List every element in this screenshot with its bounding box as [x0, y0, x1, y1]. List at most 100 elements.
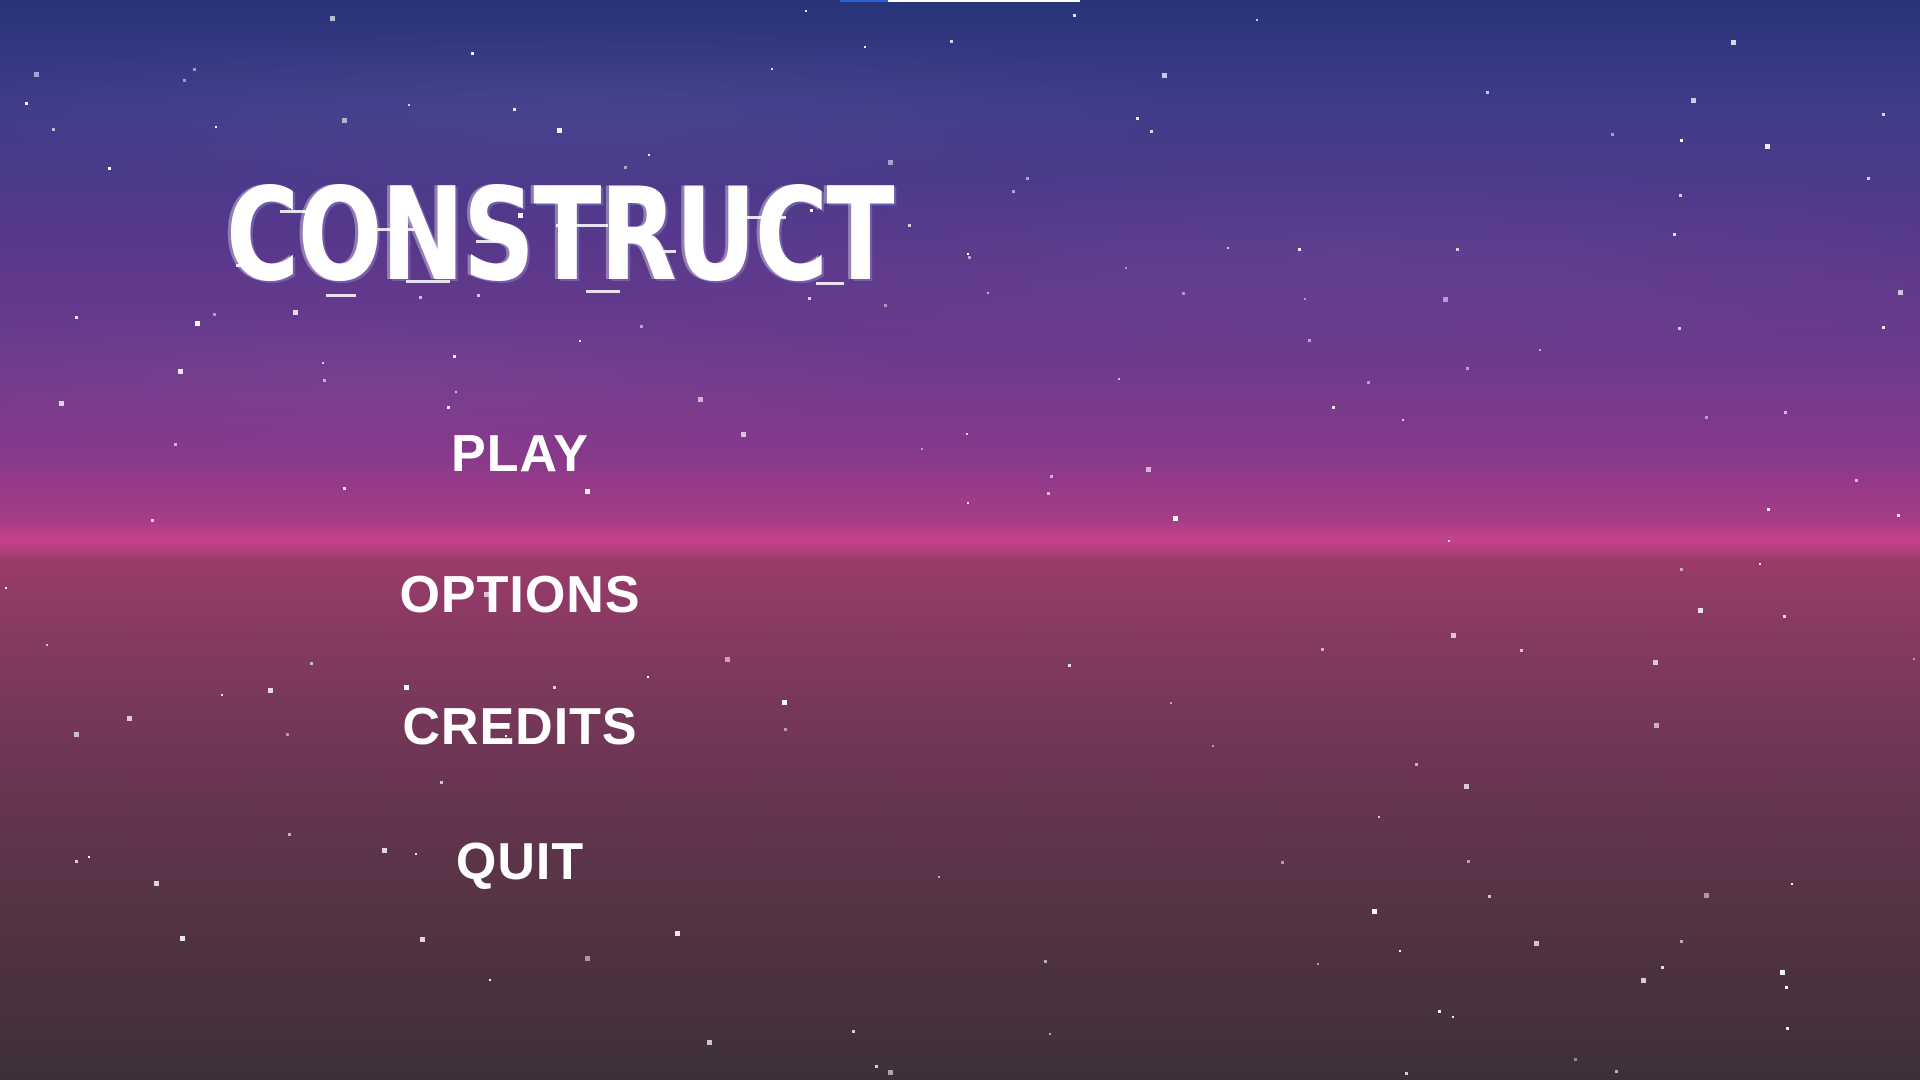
star: [579, 340, 581, 342]
star: [1786, 1027, 1789, 1030]
star: [52, 128, 55, 131]
star: [950, 40, 953, 43]
star: [1574, 1058, 1577, 1061]
star: [1520, 649, 1523, 652]
star: [323, 379, 326, 382]
star: [1673, 233, 1676, 236]
star: [1026, 177, 1029, 180]
star: [1680, 139, 1683, 142]
play-button[interactable]: PLAY: [320, 424, 720, 484]
star: [127, 716, 132, 721]
star: [647, 676, 649, 678]
star: [195, 321, 200, 326]
star: [1047, 492, 1050, 495]
star: [1882, 326, 1885, 329]
star: [1705, 416, 1708, 419]
star: [1855, 479, 1858, 482]
star: [782, 700, 787, 705]
star: [213, 313, 216, 316]
star: [75, 860, 78, 863]
star: [1402, 419, 1404, 421]
star: [1162, 73, 1167, 78]
star: [288, 833, 291, 836]
star: [268, 688, 273, 693]
star: [1680, 568, 1683, 571]
star: [1654, 723, 1659, 728]
star: [1539, 349, 1541, 351]
star: [513, 108, 516, 111]
star: [75, 316, 78, 319]
star: [967, 253, 969, 255]
star: [1759, 563, 1761, 565]
star: [771, 68, 773, 70]
star: [154, 881, 159, 886]
star: [74, 732, 79, 737]
star: [1173, 516, 1178, 521]
star: [108, 167, 111, 170]
star: [174, 443, 177, 446]
star: [1399, 950, 1401, 952]
star: [178, 369, 183, 374]
star: [1317, 963, 1319, 965]
star: [707, 1040, 712, 1045]
star: [1050, 475, 1053, 478]
star: [455, 391, 457, 393]
star: [1281, 861, 1284, 864]
star: [888, 1070, 893, 1075]
star: [805, 10, 807, 12]
star: [585, 489, 590, 494]
star: [1212, 745, 1214, 747]
star: [1661, 966, 1664, 969]
star: [1415, 763, 1418, 766]
star: [1118, 378, 1120, 380]
options-button[interactable]: OPTIONS: [320, 565, 720, 625]
star: [966, 433, 968, 435]
star: [330, 16, 335, 21]
game-title-logo: CONSTRUCT: [226, 161, 895, 310]
star: [1783, 615, 1786, 618]
star: [1170, 702, 1172, 704]
star: [1467, 860, 1470, 863]
star: [967, 502, 969, 504]
star: [1182, 292, 1185, 295]
star: [875, 1065, 878, 1068]
star: [1698, 608, 1703, 613]
quit-button[interactable]: QUIT: [320, 832, 720, 892]
star: [1308, 339, 1311, 342]
star: [675, 931, 680, 936]
star: [489, 979, 491, 981]
star: [864, 46, 866, 48]
star: [1691, 98, 1696, 103]
star: [1466, 367, 1469, 370]
star: [286, 733, 289, 736]
star: [343, 487, 346, 490]
star: [1044, 960, 1047, 963]
star: [1367, 381, 1370, 384]
star: [585, 956, 590, 961]
star: [322, 362, 324, 364]
star: [1378, 816, 1380, 818]
star: [1653, 660, 1658, 665]
star: [921, 448, 923, 450]
star: [1012, 190, 1015, 193]
star: [1765, 144, 1770, 149]
star: [784, 728, 787, 731]
star: [88, 856, 90, 858]
star: [1150, 130, 1153, 133]
star: [557, 128, 562, 133]
star: [1448, 540, 1450, 542]
star: [648, 154, 650, 156]
star: [180, 936, 185, 941]
star: [420, 937, 425, 942]
star: [440, 781, 443, 784]
star: [183, 79, 186, 82]
star: [1641, 978, 1646, 983]
star: [1486, 91, 1489, 94]
star: [1534, 941, 1539, 946]
star: [310, 662, 313, 665]
star: [1451, 633, 1456, 638]
star: [1882, 113, 1885, 116]
star: [25, 102, 28, 105]
star: [215, 126, 217, 128]
credits-button[interactable]: CREDITS: [320, 697, 720, 757]
